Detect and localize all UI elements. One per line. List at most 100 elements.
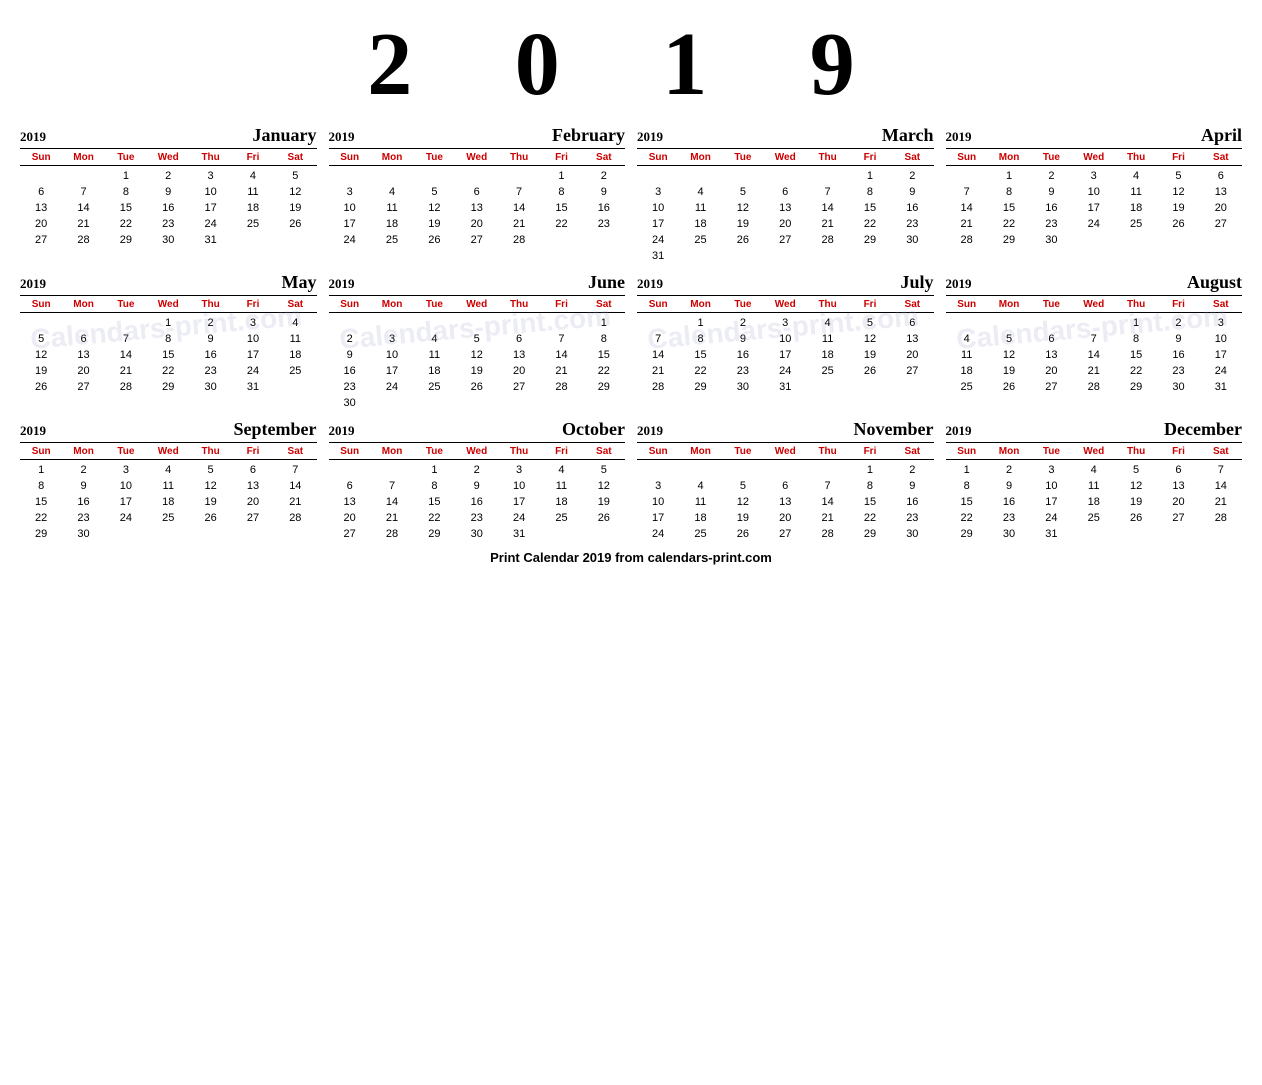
day-cell: 11: [946, 347, 988, 363]
day-cell: 23: [329, 379, 371, 395]
day-cell: 14: [540, 347, 582, 363]
day-cell: 14: [371, 494, 413, 510]
day-cell: 14: [806, 494, 848, 510]
day-cell: 31: [1200, 379, 1242, 395]
day-cell: 26: [1115, 510, 1157, 526]
day-cell: 22: [988, 216, 1030, 232]
day-cell: 30: [147, 232, 189, 248]
day-name-label: Sat: [583, 445, 625, 458]
day-name-label: Fri: [1157, 445, 1199, 458]
day-cell: 24: [371, 379, 413, 395]
day-name-label: Fri: [1157, 151, 1199, 164]
day-name-label: Mon: [988, 445, 1030, 458]
day-cell: 10: [105, 478, 147, 494]
day-cell: 7: [637, 331, 679, 347]
day-cell: 23: [722, 363, 764, 379]
empty-cell: [371, 315, 413, 331]
day-cell: 20: [232, 494, 274, 510]
day-cell: 9: [722, 331, 764, 347]
year-title: 2 0 1 9: [20, 10, 1242, 125]
day-cell: 13: [1030, 347, 1072, 363]
empty-cell: [1073, 315, 1115, 331]
days-grid-december: 1234567891011121314151617181920212223242…: [946, 462, 1243, 542]
month-name-august: August: [1187, 272, 1242, 293]
day-cell: 14: [1073, 347, 1115, 363]
day-cell: 20: [1200, 200, 1242, 216]
day-cell: 15: [946, 494, 988, 510]
day-cell: 28: [806, 526, 848, 542]
day-cell: 3: [498, 462, 540, 478]
day-cell: 20: [891, 347, 933, 363]
day-cell: 7: [371, 478, 413, 494]
day-cell: 4: [413, 331, 455, 347]
day-cell: 24: [637, 232, 679, 248]
day-cell: 3: [637, 478, 679, 494]
day-cell: 17: [637, 510, 679, 526]
day-cell: 16: [147, 200, 189, 216]
day-cell: 10: [232, 331, 274, 347]
day-cell: 7: [274, 462, 316, 478]
day-cell: 26: [988, 379, 1030, 395]
empty-cell: [806, 168, 848, 184]
day-cell: 21: [1200, 494, 1242, 510]
day-cell: 21: [274, 494, 316, 510]
day-cell: 25: [1115, 216, 1157, 232]
day-cell: 18: [371, 216, 413, 232]
day-cell: 20: [62, 363, 104, 379]
day-name-label: Mon: [62, 151, 104, 164]
day-cell: 26: [456, 379, 498, 395]
day-cell: 18: [413, 363, 455, 379]
day-cell: 19: [849, 347, 891, 363]
day-cell: 24: [189, 216, 231, 232]
month-year-march: 2019: [637, 129, 663, 145]
day-cell: 22: [583, 363, 625, 379]
day-cell: 30: [189, 379, 231, 395]
day-name-label: Sun: [637, 298, 679, 311]
day-cell: 24: [764, 363, 806, 379]
day-cell: 29: [583, 379, 625, 395]
day-cell: 28: [371, 526, 413, 542]
day-name-label: Tue: [1030, 298, 1072, 311]
day-cell: 29: [20, 526, 62, 542]
day-cell: 27: [232, 510, 274, 526]
days-header-december: SunMonTueWedThuFriSat: [946, 445, 1243, 458]
day-cell: 19: [274, 200, 316, 216]
day-name-label: Sat: [274, 445, 316, 458]
day-cell: 28: [637, 379, 679, 395]
day-cell: 3: [1073, 168, 1115, 184]
day-name-label: Wed: [764, 298, 806, 311]
day-cell: 6: [329, 478, 371, 494]
month-name-may: May: [282, 272, 317, 293]
day-cell: 7: [62, 184, 104, 200]
empty-cell: [722, 168, 764, 184]
day-cell: 7: [105, 331, 147, 347]
day-name-label: Sun: [329, 298, 371, 311]
day-cell: 28: [540, 379, 582, 395]
day-cell: 12: [722, 494, 764, 510]
day-cell: 12: [1115, 478, 1157, 494]
day-cell: 29: [946, 526, 988, 542]
day-cell: 2: [147, 168, 189, 184]
month-year-june: 2019: [329, 276, 355, 292]
day-cell: 14: [62, 200, 104, 216]
day-name-label: Fri: [849, 445, 891, 458]
day-cell: 13: [498, 347, 540, 363]
day-cell: 19: [583, 494, 625, 510]
day-name-label: Sun: [637, 151, 679, 164]
day-cell: 29: [413, 526, 455, 542]
day-name-label: Sat: [583, 151, 625, 164]
day-cell: 12: [722, 200, 764, 216]
day-cell: 26: [583, 510, 625, 526]
day-cell: 11: [679, 200, 721, 216]
day-cell: 26: [413, 232, 455, 248]
day-cell: 7: [806, 184, 848, 200]
day-cell: 16: [456, 494, 498, 510]
month-name-november: November: [854, 419, 934, 440]
day-cell: 5: [274, 168, 316, 184]
empty-cell: [413, 315, 455, 331]
day-cell: 3: [764, 315, 806, 331]
day-cell: 17: [498, 494, 540, 510]
day-cell: 3: [105, 462, 147, 478]
day-cell: 9: [891, 184, 933, 200]
empty-cell: [456, 315, 498, 331]
